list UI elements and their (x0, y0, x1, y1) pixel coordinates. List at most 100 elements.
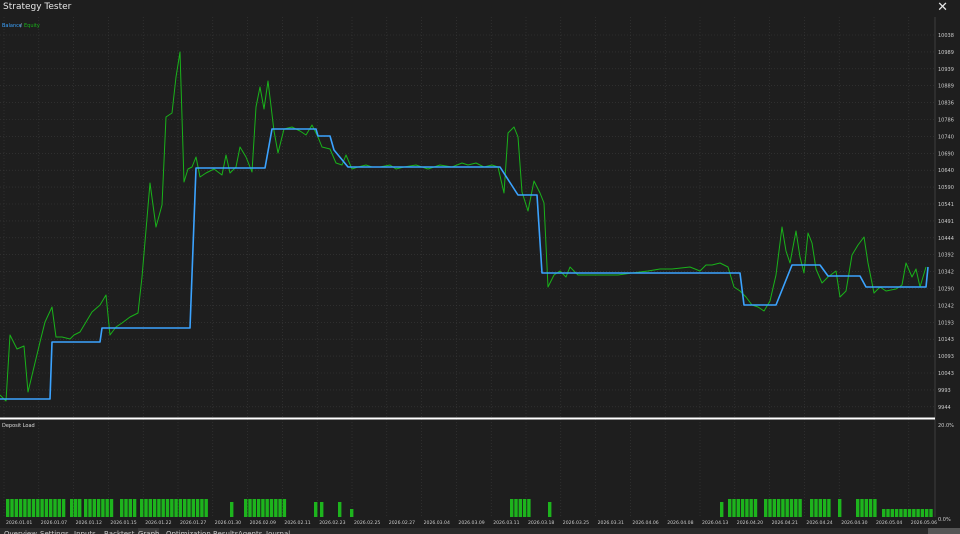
deposit-load-bar (740, 499, 745, 517)
deposit-load-bar (27, 499, 31, 517)
x-tick-label: 2026.04.30 (841, 520, 867, 526)
x-tick-label: 2026.02.23 (319, 520, 345, 526)
x-tick-label: 2026.03.09 (458, 520, 484, 526)
deposit-load-bar (248, 499, 252, 517)
deposit-load-bar (732, 499, 736, 517)
deposit-load-bar (749, 499, 753, 517)
x-tick-label: 2026.05.06 (911, 520, 937, 526)
deposit-load-bar (899, 509, 903, 517)
deposit-load-bar (204, 499, 208, 517)
legend-balance: Balance (2, 23, 22, 29)
tab-overview[interactable]: Overview (4, 528, 37, 534)
deposit-load-bar (57, 499, 61, 517)
deposit-load-bar (10, 499, 14, 517)
deposit-load-bar (44, 499, 49, 517)
deposit-load-bar (170, 499, 174, 517)
deposit-load-bar (522, 499, 527, 517)
deposit-load-bar (92, 499, 96, 517)
deposit-load-bar (31, 499, 36, 517)
deposit-load-bar (903, 509, 907, 517)
deposit-load-bar (728, 499, 732, 517)
deposit-load-bar (720, 502, 724, 517)
deposit-load-bar (745, 499, 749, 517)
deposit-load-bar (814, 499, 818, 517)
title-bar: Strategy Tester ✕ (0, 0, 960, 18)
deposit-load-bar (157, 499, 161, 517)
deposit-load-bar (736, 499, 740, 517)
x-tick-label: 2026.02.09 (250, 520, 276, 526)
deposit-load-bar (548, 502, 552, 517)
y-tick-label: 10444 (938, 236, 954, 242)
x-tick-label: 2026.03.31 (598, 520, 624, 526)
deposit-load-bar (6, 499, 10, 517)
deposit-load-bar (14, 499, 18, 517)
deposit-load-bar (282, 499, 287, 517)
y-tick-label: 10939 (938, 67, 954, 73)
deposit-load-bar (165, 499, 170, 517)
tab-optimization-results[interactable]: Optimization Results (166, 528, 238, 534)
start-button[interactable] (928, 528, 960, 534)
x-tick-label: 2026.04.21 (772, 520, 798, 526)
load-min-label: 0.0% (938, 517, 951, 523)
deposit-load-bar (36, 499, 40, 517)
x-tick-label: 2026.01.27 (180, 520, 206, 526)
x-tick-label: 2026.01.01 (6, 520, 32, 526)
close-icon[interactable]: ✕ (937, 0, 948, 16)
y-tick-label: 10989 (938, 50, 954, 56)
deposit-load-bar (510, 499, 514, 517)
y-tick-label: 9944 (938, 405, 951, 411)
deposit-load-bar (152, 499, 157, 517)
deposit-load-bar (18, 499, 23, 517)
deposit-load-bar (894, 509, 899, 517)
deposit-load-bar (514, 499, 518, 517)
deposit-load-bar (798, 499, 802, 517)
deposit-load-bar (23, 499, 27, 517)
deposit-load-bar (781, 499, 785, 517)
tab-backtest[interactable]: Backtest (104, 528, 134, 534)
window-title: Strategy Tester (3, 2, 72, 12)
tab-agents[interactable]: Agents (238, 528, 262, 534)
legend-equity: Equity (24, 23, 40, 29)
x-tick-label: 2026.03.25 (563, 520, 589, 526)
deposit-load-bar (244, 499, 248, 517)
x-tick-label: 2026.04.06 (632, 520, 658, 526)
deposit-load-bar (860, 499, 864, 517)
y-tick-label: 10836 (938, 101, 954, 107)
tab-inputs[interactable]: Inputs (74, 528, 96, 534)
deposit-load-bar (191, 499, 195, 517)
deposit-load-bar (810, 499, 814, 517)
x-tick-label: 2026.02.11 (284, 520, 310, 526)
x-tick-label: 2026.01.30 (215, 520, 241, 526)
deposit-load-bar (314, 502, 318, 517)
y-tick-label: 10038 (938, 33, 954, 39)
tab-graph[interactable]: Graph (138, 528, 160, 534)
deposit-load-bar (838, 499, 842, 517)
x-tick-label: 2026.01.22 (145, 520, 171, 526)
deposit-load-bar (53, 499, 57, 517)
x-tick-label: 2026.05.04 (876, 520, 902, 526)
deposit-load-bar (84, 499, 88, 517)
deposit-load-bar (882, 509, 886, 517)
y-tick-label: 10342 (938, 270, 954, 276)
x-tick-label: 2026.04.24 (806, 520, 832, 526)
deposit-load-bar (88, 499, 92, 517)
y-tick-label: 10640 (938, 168, 954, 174)
deposit-load-bar (161, 499, 165, 517)
deposit-load-bar (78, 499, 82, 517)
deposit-load-bar (753, 499, 758, 517)
deposit-load-bar (105, 499, 109, 517)
deposit-load-bar (109, 499, 114, 517)
deposit-load-bar (822, 499, 827, 517)
y-axis-labels: 10038 10989 10939 10889 10836 10786 10740 10690… (938, 33, 954, 411)
y-tick-label: 10242 (938, 303, 954, 309)
y-tick-label: 9993 (938, 388, 951, 394)
tab-journal[interactable]: Journal (266, 528, 290, 534)
deposit-load-bar (124, 499, 128, 517)
deposit-load-bar (261, 499, 265, 517)
tab-settings[interactable]: Settings (40, 528, 69, 534)
deposit-load-bar (174, 499, 178, 517)
deposit-load-bar (178, 499, 183, 517)
y-tick-label: 10143 (938, 337, 954, 343)
deposit-load-bar (183, 499, 187, 517)
deposit-load-bar (527, 499, 531, 517)
